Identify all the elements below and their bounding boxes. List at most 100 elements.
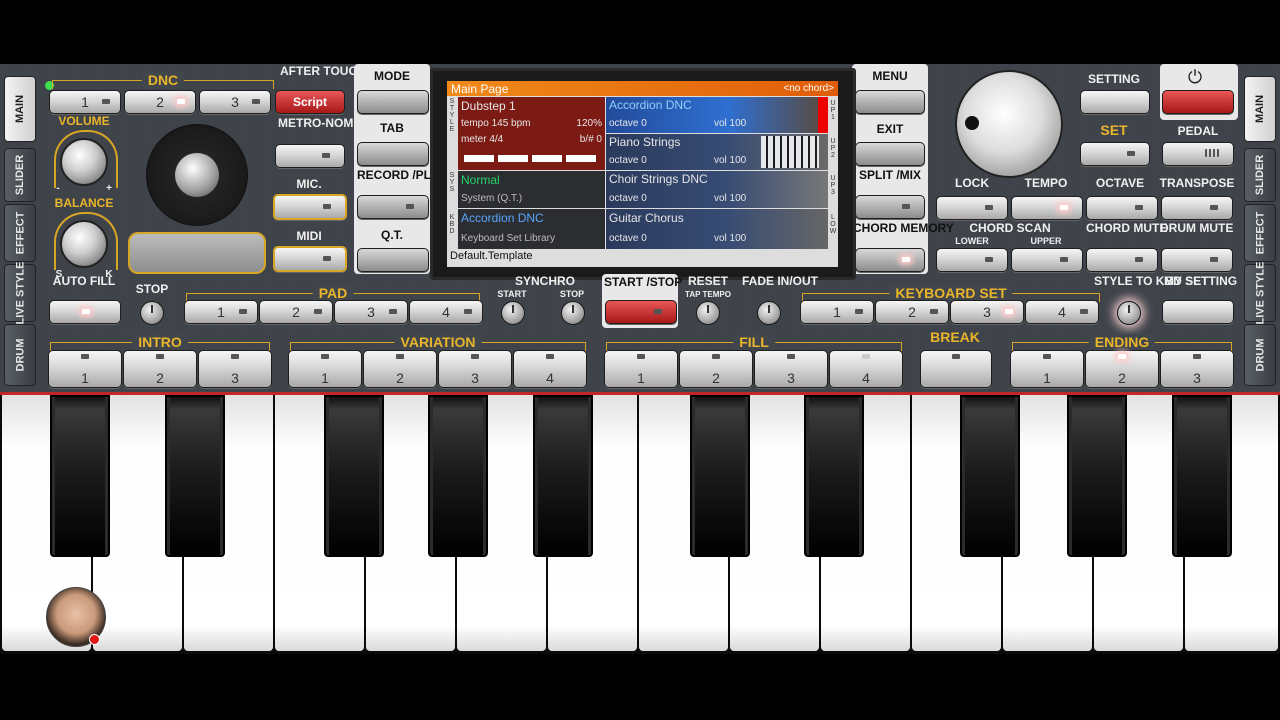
- dnc-button-3[interactable]: 3: [199, 90, 271, 114]
- my-setting-button[interactable]: [1162, 300, 1234, 324]
- joystick-ball[interactable]: [175, 153, 219, 197]
- style-to-kbd-knob[interactable]: [1117, 301, 1141, 325]
- part-up1[interactable]: Accordion DNC octave 0 vol 100: [606, 97, 828, 133]
- intro-button-1[interactable]: 1: [48, 350, 122, 388]
- tab-label: LIVE STYLE: [14, 261, 26, 325]
- power-button[interactable]: [1162, 90, 1234, 114]
- ending-button-1[interactable]: 1: [1010, 350, 1084, 388]
- tab-slider-right[interactable]: SLIDER: [1244, 148, 1276, 202]
- touch-pad[interactable]: [128, 232, 266, 274]
- start-stop-button[interactable]: [605, 300, 677, 324]
- tab-effect-left[interactable]: EFFECT: [4, 204, 36, 262]
- tab-drum-right[interactable]: DRUM: [1244, 324, 1276, 386]
- break-label: BREAK: [930, 329, 980, 345]
- system-mode: Normal: [461, 173, 500, 187]
- tab-main-left[interactable]: MAIN: [4, 76, 36, 142]
- midi-button[interactable]: [273, 246, 347, 272]
- tab-effect-right[interactable]: EFFECT: [1244, 204, 1276, 262]
- pad-button-2[interactable]: 2: [259, 300, 333, 324]
- pad-button-3[interactable]: 3: [334, 300, 408, 324]
- part-low[interactable]: Guitar Chorus octave 0 vol 100: [606, 209, 828, 249]
- part-up2[interactable]: Piano Strings octave 0 vol 100: [606, 134, 828, 170]
- synchro-stop-knob[interactable]: [561, 301, 585, 325]
- pad-button-4[interactable]: 4: [409, 300, 483, 324]
- mode-button[interactable]: [357, 90, 429, 114]
- volume-knob[interactable]: [60, 138, 108, 186]
- pad-button-1[interactable]: 1: [184, 300, 258, 324]
- style-cell[interactable]: Dubstep 1 tempo 145 bpm 120% meter 4/4 b…: [458, 97, 605, 170]
- reset-knob[interactable]: [696, 301, 720, 325]
- joystick[interactable]: [146, 124, 248, 226]
- variation-button-3[interactable]: 3: [438, 350, 512, 388]
- black-key[interactable]: [690, 395, 750, 557]
- transpose-button[interactable]: [1161, 196, 1233, 220]
- black-key[interactable]: [324, 395, 384, 557]
- tab-live-style-right[interactable]: LIVE STYLE: [1244, 262, 1276, 324]
- octave-button[interactable]: [1086, 196, 1158, 220]
- keyboard-set-button-1[interactable]: 1: [800, 300, 874, 324]
- setting-button[interactable]: [1080, 90, 1150, 114]
- intro-button-3[interactable]: 3: [198, 350, 272, 388]
- split-mix-button[interactable]: [855, 195, 925, 219]
- fill-button-2[interactable]: 2: [679, 350, 753, 388]
- tab-live-style-left[interactable]: LIVE STYLE: [4, 261, 36, 325]
- record-play-button[interactable]: [357, 195, 429, 219]
- exit-button[interactable]: [855, 142, 925, 166]
- variation-button-2[interactable]: 2: [363, 350, 437, 388]
- control-panel: MAIN SLIDER EFFECT LIVE STYLE DRUM MAIN …: [0, 64, 1280, 394]
- keyboard-set-button-3[interactable]: 3: [950, 300, 1024, 324]
- fill-button-3[interactable]: 3: [754, 350, 828, 388]
- synchro-start-knob[interactable]: [501, 301, 525, 325]
- black-key[interactable]: [960, 395, 1020, 557]
- data-dial[interactable]: [955, 70, 1063, 178]
- ending-button-2[interactable]: 2: [1085, 350, 1159, 388]
- fade-knob[interactable]: [757, 301, 781, 325]
- fill-button-4[interactable]: 4: [829, 350, 903, 388]
- chord-mute-button[interactable]: [1086, 248, 1158, 272]
- pedal-button[interactable]: [1162, 142, 1234, 166]
- drum-mute-button[interactable]: [1161, 248, 1233, 272]
- auto-fill-button[interactable]: [49, 300, 121, 324]
- chord-memory-button[interactable]: [855, 248, 925, 272]
- tab-label: DRUM: [14, 338, 26, 372]
- keyboard-set-button-4[interactable]: 4: [1025, 300, 1099, 324]
- system-cell[interactable]: Normal System (Q.T.): [458, 171, 605, 208]
- black-key[interactable]: [165, 395, 225, 557]
- dnc-button-1[interactable]: 1: [49, 90, 121, 114]
- menu-button[interactable]: [855, 90, 925, 114]
- intro-button-2[interactable]: 2: [123, 350, 197, 388]
- part-name: Choir Strings DNC: [609, 172, 708, 186]
- black-key[interactable]: [804, 395, 864, 557]
- part-up3[interactable]: Choir Strings DNC octave 0 vol 100: [606, 171, 828, 208]
- black-key[interactable]: [1067, 395, 1127, 557]
- keyboard-set-button-2[interactable]: 2: [875, 300, 949, 324]
- script-button[interactable]: Script: [275, 90, 345, 114]
- black-key[interactable]: [428, 395, 488, 557]
- set-button[interactable]: [1080, 142, 1150, 166]
- chord-scan-upper-button[interactable]: [1011, 248, 1083, 272]
- mic-button[interactable]: [273, 194, 347, 220]
- variation-button-4[interactable]: 4: [513, 350, 587, 388]
- break-button[interactable]: [920, 350, 992, 388]
- dnc-button-2[interactable]: 2: [124, 90, 196, 114]
- black-key[interactable]: [50, 395, 110, 557]
- ending-button-3[interactable]: 3: [1160, 350, 1234, 388]
- qt-button[interactable]: [357, 248, 429, 272]
- black-key[interactable]: [533, 395, 593, 557]
- tab-drum-left[interactable]: DRUM: [4, 324, 36, 386]
- lock-button[interactable]: [936, 196, 1008, 220]
- chord-scan-lower-button[interactable]: [936, 248, 1008, 272]
- keyboard-set-cell[interactable]: Accordion DNC Keyboard Set Library: [458, 209, 605, 249]
- screen-title: Main Page: [451, 82, 509, 96]
- fill-button-1[interactable]: 1: [604, 350, 678, 388]
- display-inner: Main Page <no chord> STYLE SYS KBD Dubst…: [447, 81, 838, 267]
- tempo-button[interactable]: [1011, 196, 1083, 220]
- tab-slider-left[interactable]: SLIDER: [4, 148, 36, 202]
- tab-main-right[interactable]: MAIN: [1244, 76, 1276, 142]
- black-key[interactable]: [1172, 395, 1232, 557]
- variation-button-1[interactable]: 1: [288, 350, 362, 388]
- metronome-button[interactable]: [275, 144, 345, 168]
- stop-knob[interactable]: [140, 301, 164, 325]
- balance-knob[interactable]: [60, 220, 108, 268]
- tab-button[interactable]: [357, 142, 429, 166]
